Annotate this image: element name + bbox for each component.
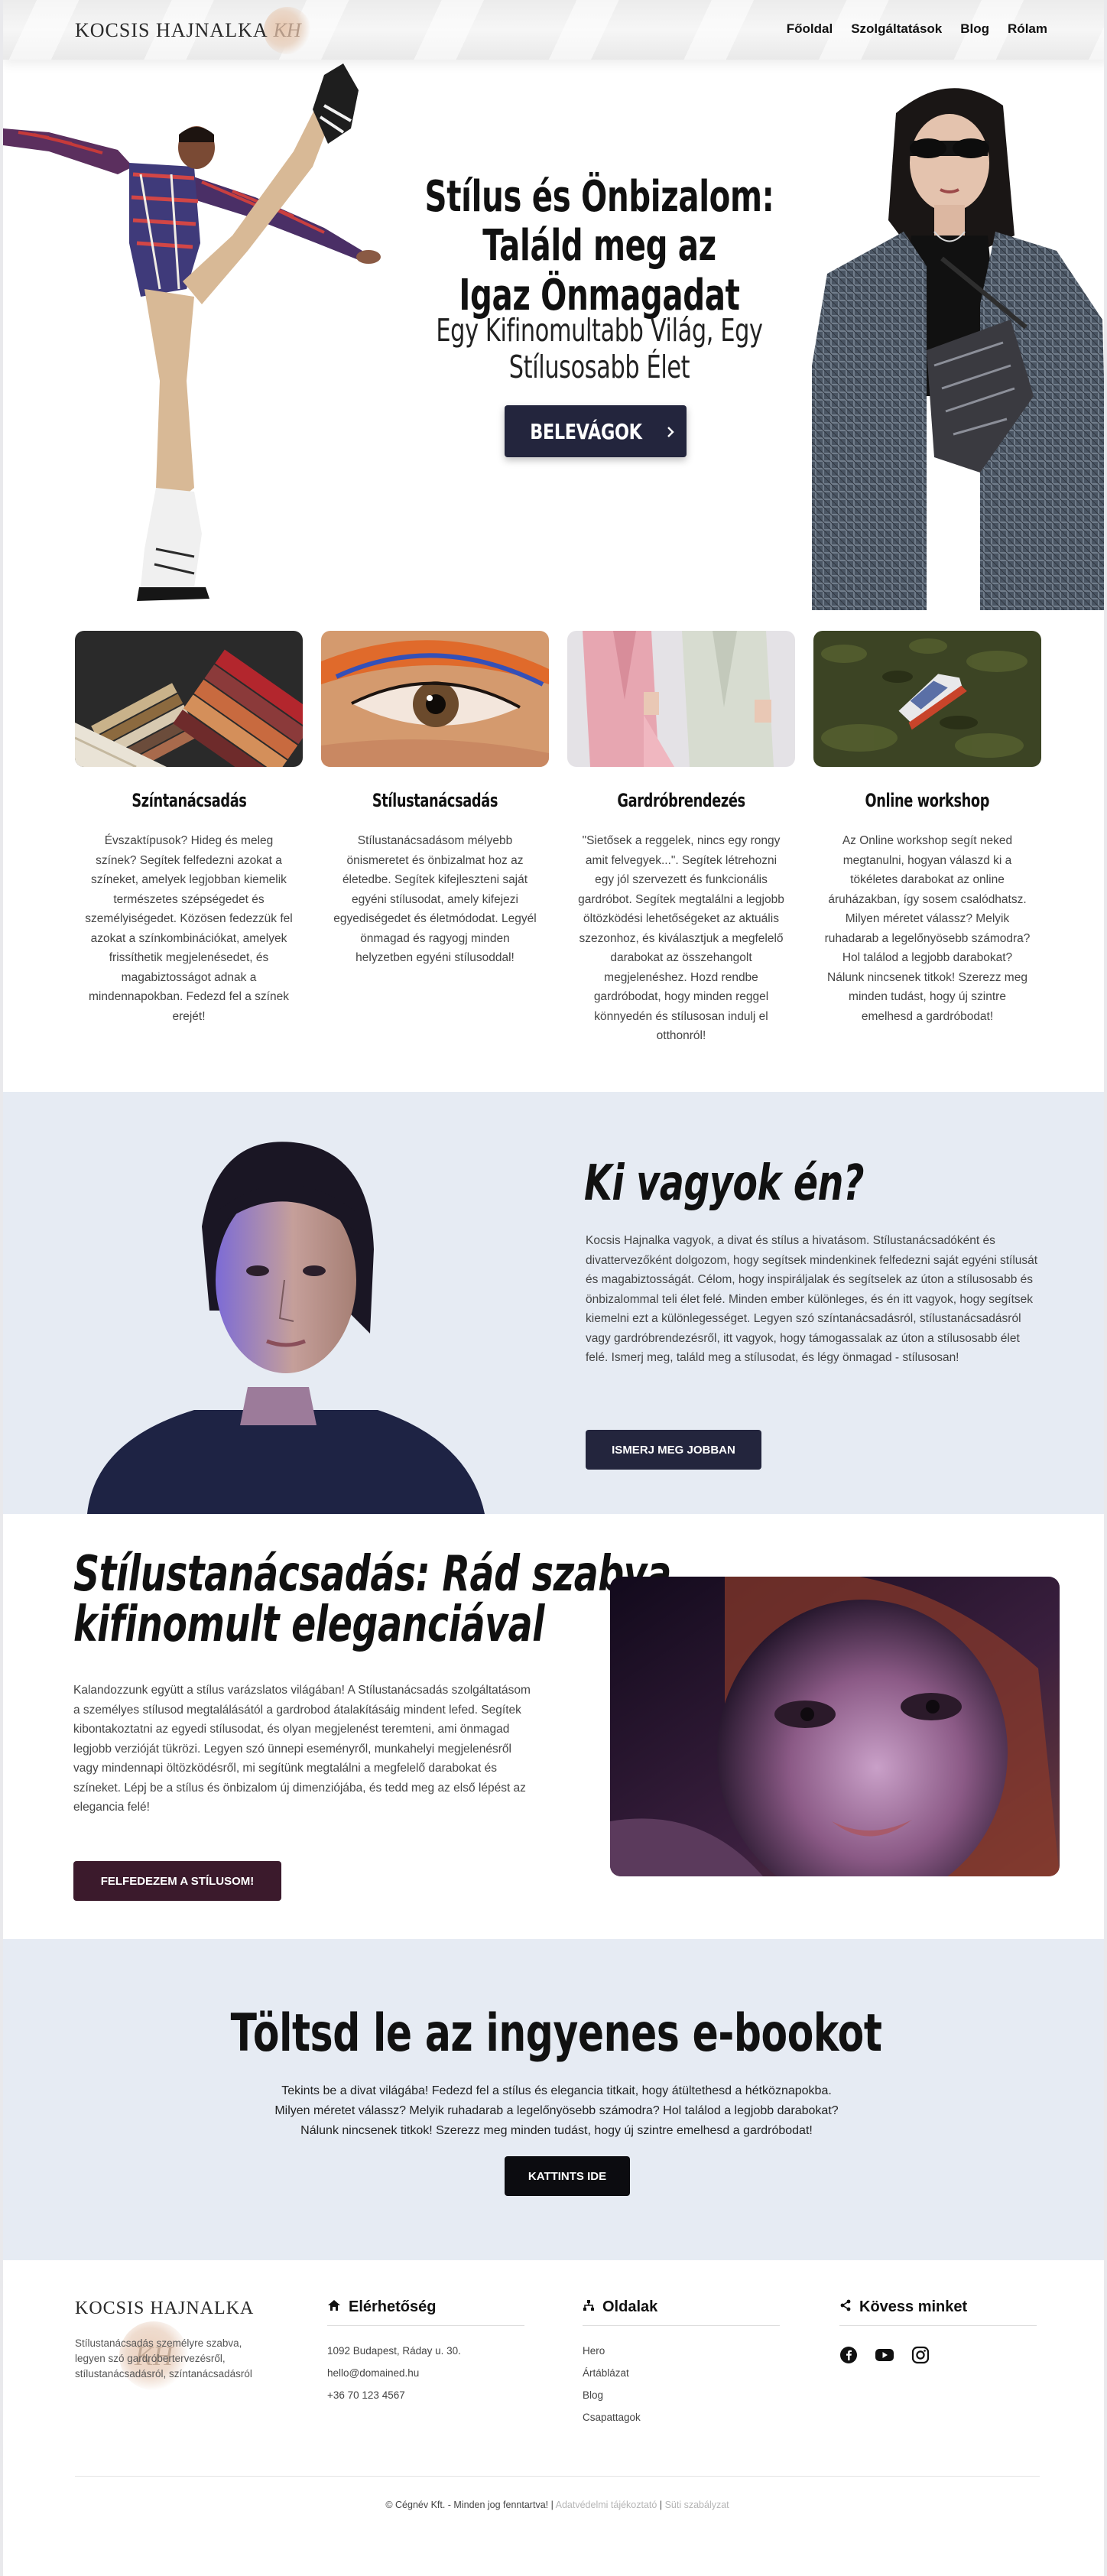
service-title-text: Stílustanácsadás [372, 790, 498, 811]
footer-link-hero[interactable]: Hero [583, 2340, 780, 2362]
footer-pages-heading: Oldalak [583, 2298, 780, 2326]
main-nav: Főoldal Szolgáltatások Blog Rólam [787, 21, 1047, 37]
suits-image [567, 631, 795, 767]
service-card-workshop-text: Az Online workshop segít neked megtanuln… [824, 834, 1031, 1023]
contact-email[interactable]: hello@domained.hu [327, 2362, 524, 2384]
fabric-swatches-image [75, 631, 303, 767]
logo-text: KOCSIS HAJNALKA [75, 19, 268, 41]
footer-contact: Elérhetőség 1092 Budapest, Ráday u. 30. … [327, 2298, 524, 2406]
about-portrait-image [87, 1142, 485, 1514]
site-logo[interactable]: KOCSIS HAJNALKA KH [75, 7, 311, 54]
service-card-color-text: Évszaktípusok? Hideg és meleg színek? Se… [85, 834, 293, 1023]
contact-list: 1092 Budapest, Ráday u. 30. hello@domain… [327, 2340, 524, 2406]
eye-makeup-image [321, 631, 549, 767]
about-title-text: Ki vagyok én? [584, 1155, 865, 1212]
service-title-text: Online workshop [865, 790, 990, 811]
sitemap-icon [583, 2298, 595, 2316]
services-section: Színtanácsadás Évszaktípusok? Hideg és m… [75, 631, 1041, 1046]
footer-social: Kövess minket [839, 2298, 1037, 2368]
service-card-workshop: Online workshop Az Online workshop segít… [813, 631, 1041, 1046]
ebook-title: Töltsd le az ingyenes e-bookot [3, 2003, 1104, 2064]
contact-address: 1092 Budapest, Ráday u. 30. [327, 2345, 461, 2357]
hero-title: Stílus és Önbizalom: Találd meg az Igaz … [309, 173, 890, 320]
cookie-policy-link[interactable]: Süti szabályzat [665, 2500, 729, 2510]
ebook-description: Tekints be a divat világába! Fedezd fel … [232, 2081, 881, 2141]
hero-section: Stílus és Önbizalom: Találd meg az Igaz … [3, 60, 1104, 610]
explore-style-button[interactable]: FELFEDEZEM A STÍLUSOM! [73, 1861, 281, 1901]
service-title-text: Gardróbrendezés [617, 790, 745, 811]
nav-item-blog[interactable]: Blog [960, 21, 989, 37]
copyright-text: © Cégnév Kft. - Minden jog fenntartva! | [385, 2500, 554, 2510]
share-icon [839, 2298, 852, 2316]
page: KOCSIS HAJNALKA KH Főoldal Szolgáltatáso… [0, 0, 1107, 2576]
about-text: Kocsis Hajnalka vagyok, a divat és stílu… [586, 1234, 1038, 1364]
footer-separator: | [659, 2500, 663, 2510]
privacy-link[interactable]: Adatvédelmi tájékoztató [556, 2500, 657, 2510]
ebook-line: Tekints be a divat világába! Fedezd fel … [281, 2084, 832, 2097]
ebook-title-text: Töltsd le az ingyenes e-bookot [231, 2003, 882, 2064]
service-card-workshop-title: Online workshop [813, 790, 1041, 816]
hero-subtitle: Egy Kifinomultabb Világ, Egy Stílusosabb… [294, 312, 905, 385]
footer-logo-text[interactable]: KOCSIS HAJNALKA [75, 2298, 258, 2319]
home-icon [327, 2298, 341, 2316]
footer-social-heading: Kövess minket [839, 2298, 1037, 2326]
ebook-line: Nálunk nincsenek titkok! Szerezz meg min… [300, 2124, 813, 2137]
footer-description: Stílustanácsadás személyre szabva, legye… [75, 2337, 252, 2379]
instagram-icon[interactable] [911, 2346, 930, 2368]
about-section: Ki vagyok én? Kocsis Hajnalka vagyok, a … [3, 1092, 1104, 1514]
footer-contact-heading-text: Elérhetőség [349, 2298, 437, 2315]
service-card-style-title: Stílustanácsadás [321, 790, 549, 816]
style-title-line1: Stílustanácsadás: Rád szabva, [73, 1546, 685, 1603]
ebook-section: Töltsd le az ingyenes e-bookot Tekints b… [3, 1939, 1104, 2260]
footer-pages: Oldalak Hero Ártáblázat Blog Csapattagok [583, 2298, 780, 2428]
hero-cta-label: BELEVÁGOK [529, 418, 642, 444]
hero-title-line1: Stílus és Önbizalom: Találd meg az [424, 172, 774, 271]
service-title-text: Színtanácsadás [131, 790, 247, 811]
service-card-style-text: Stílustanácsadásom mélyebb önismeretet é… [333, 834, 537, 964]
footer-link-blog[interactable]: Blog [583, 2384, 780, 2406]
nav-item-about[interactable]: Rólam [1008, 21, 1047, 37]
sneaker-image [813, 631, 1041, 767]
style-title: Stílustanácsadás: Rád szabva, kifinomult… [73, 1546, 685, 1653]
service-card-color-title: Színtanácsadás [75, 790, 303, 816]
style-text: Kalandozzunk együtt a stílus varázslatos… [73, 1684, 531, 1814]
service-card-wardrobe-title: Gardróbrendezés [567, 790, 795, 816]
site-header: KOCSIS HAJNALKA KH Főoldal Szolgáltatáso… [3, 0, 1104, 60]
hero-subtitle-text: Egy Kifinomultabb Világ, Egy Stílusosabb… [436, 312, 763, 385]
style-consulting-section: Stílustanácsadás: Rád szabva, kifinomult… [3, 1514, 1104, 1939]
nav-item-home[interactable]: Főoldal [787, 21, 833, 37]
pages-list: Hero Ártáblázat Blog Csapattagok [583, 2340, 780, 2428]
service-card-wardrobe-text: "Sietősek a reggelek, nincs egy rongy am… [578, 834, 784, 1042]
style-portrait-image [610, 1577, 1060, 1876]
service-card-color: Színtanácsadás Évszaktípusok? Hideg és m… [75, 631, 303, 1046]
ebook-download-button[interactable]: KATTINTS IDE [505, 2156, 630, 2196]
footer-brand: KH KOCSIS HAJNALKA Stílustanácsadás szem… [75, 2298, 258, 2390]
nav-item-services[interactable]: Szolgáltatások [851, 21, 942, 37]
facebook-icon[interactable] [839, 2346, 858, 2368]
style-title-line2: kifinomult eleganciával [73, 1597, 545, 1653]
footer-social-heading-text: Kövess minket [859, 2298, 968, 2315]
footer-contact-heading: Elérhetőség [327, 2298, 524, 2326]
site-footer: KH KOCSIS HAJNALKA Stílustanácsadás szem… [3, 2260, 1104, 2576]
about-more-button[interactable]: ISMERJ MEG JOBBAN [586, 1430, 761, 1470]
ebook-line: Milyen méretet válassz? Melyik ruhadarab… [274, 2104, 839, 2117]
social-icons [839, 2346, 1037, 2368]
footer-bottom-bar: © Cégnév Kft. - Minden jog fenntartva! |… [75, 2476, 1040, 2510]
youtube-icon[interactable] [875, 2346, 894, 2368]
footer-link-pricing[interactable]: Ártáblázat [583, 2362, 780, 2384]
hero-cta-button[interactable]: BELEVÁGOK [505, 405, 687, 457]
about-title: Ki vagyok én? [584, 1155, 963, 1212]
logo-monogram: KH [263, 7, 311, 54]
chevron-right-icon [666, 419, 675, 443]
footer-link-team[interactable]: Csapattagok [583, 2406, 780, 2428]
contact-phone[interactable]: +36 70 123 4567 [327, 2384, 524, 2406]
service-card-wardrobe: Gardróbrendezés "Sietősek a reggelek, ni… [567, 631, 795, 1046]
service-card-style: Stílustanácsadás Stílustanácsadásom mély… [321, 631, 549, 1046]
footer-pages-heading-text: Oldalak [602, 2298, 658, 2315]
